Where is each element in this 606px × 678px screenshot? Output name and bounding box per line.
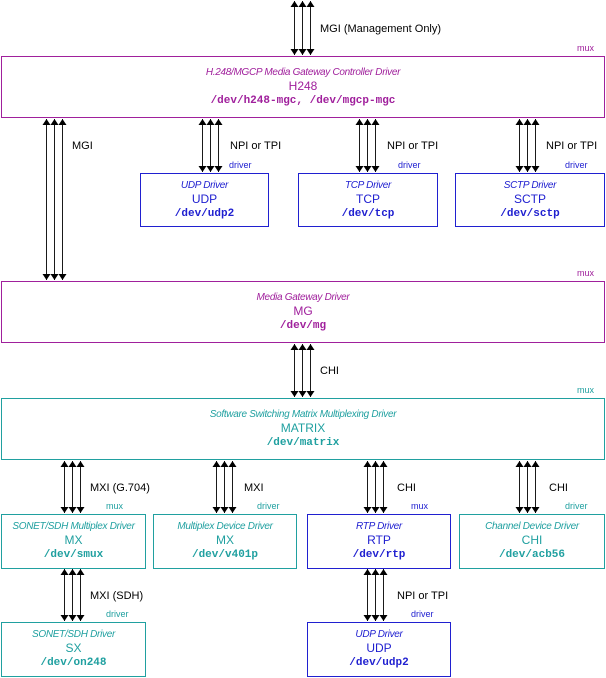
arrow-group-h248-tcp <box>355 119 380 172</box>
interface-label: NPI or TPI <box>230 140 282 152</box>
arrow-group-h248-udp <box>198 119 223 172</box>
interface-label: MXI (G.704) <box>90 482 150 494</box>
box-type-tag: mux <box>577 385 595 395</box>
interface-label: CHI <box>320 365 339 377</box>
arrow-group-smux-on248 <box>60 569 85 621</box>
device-path: /dev/rtp <box>352 549 406 561</box>
driver-name: SX <box>65 641 82 655</box>
box-type-tag: driver <box>229 160 252 170</box>
driver-box-sctp: SCTP Driver SCTP/dev/sctp <box>455 173 605 227</box>
interface-label: NPI or TPI <box>387 140 439 152</box>
device-path: /dev/v401p <box>191 549 258 561</box>
driver-box-tcp: TCP Driver TCP/dev/tcp <box>298 173 438 227</box>
device-path: /dev/h248-mgc, /dev/mgcp-mgc <box>210 94 396 107</box>
box-type-tag: driver <box>398 160 421 170</box>
arrow-group-matrix-rtp <box>363 461 388 513</box>
arrow-group-top <box>290 1 315 55</box>
arrow-group-h248-mg <box>42 119 67 280</box>
driver-box-h248: H.248/MGCP Media Gateway Controller Driv… <box>1 56 605 118</box>
driver-box-udp-bottom: UDP Driver UDP/dev/udp2 <box>307 622 451 677</box>
box-type-tag: mux <box>106 501 124 511</box>
device-path: /dev/tcp <box>341 207 395 220</box>
driver-title: UDP Driver <box>355 629 403 640</box>
driver-name: TCP <box>356 191 380 206</box>
driver-title: Multiplex Device Driver <box>177 521 273 532</box>
driver-title: Software Switching Matrix Multiplexing D… <box>209 408 397 420</box>
device-path: /dev/smux <box>43 549 104 561</box>
device-path: /dev/udp2 <box>174 207 235 220</box>
interface-label: CHI <box>549 482 568 494</box>
driver-name: H248 <box>288 78 318 93</box>
driver-name: UDP <box>191 191 218 206</box>
driver-box-smux: SONET/SDH Multiplex Driver MX/dev/smux <box>1 514 146 569</box>
driver-box-acb56: Channel Device Driver CHI/dev/acb56 <box>459 514 605 569</box>
interface-label: NPI or TPI <box>546 140 598 152</box>
interface-label: CHI <box>397 482 416 494</box>
box-type-tag: driver <box>565 160 588 170</box>
arrow-group-matrix-v401p <box>212 461 237 513</box>
driver-title: RTP Driver <box>356 521 402 532</box>
driver-name: MATRIX <box>280 420 326 435</box>
device-path: /dev/acb56 <box>498 549 565 561</box>
arrow-group-rtp-udp <box>363 569 388 621</box>
device-path: /dev/on248 <box>40 657 107 669</box>
driver-box-mg: Media Gateway Driver MG/dev/mg <box>1 281 605 343</box>
box-type-tag: mux <box>577 268 595 278</box>
driver-box-rtp: RTP Driver RTP/dev/rtp <box>307 514 451 569</box>
interface-label: MXI (SDH) <box>90 590 144 602</box>
arrow-group-matrix-acb56 <box>515 461 540 513</box>
driver-name: MX <box>64 533 83 547</box>
driver-box-udp-top: UDP Driver UDP/dev/udp2 <box>140 173 269 227</box>
arrow-group-h248-sctp <box>515 119 540 172</box>
driver-box-matrix: Software Switching Matrix Multiplexing D… <box>1 398 605 460</box>
driver-box-v401p: Multiplex Device Driver MX/dev/v401p <box>153 514 297 569</box>
driver-title: TCP Driver <box>344 179 392 191</box>
stream-architecture-diagram: H.248/MGCP Media Gateway Controller Driv… <box>0 0 606 678</box>
interface-label: NPI or TPI <box>397 590 449 602</box>
driver-box-on248: SONET/SDH Driver SX/dev/on248 <box>1 622 146 677</box>
driver-name: SCTP <box>513 191 546 206</box>
driver-title: SCTP Driver <box>503 179 557 191</box>
driver-title: Media Gateway Driver <box>256 291 350 303</box>
box-type-tag: driver <box>565 501 588 511</box>
device-path: /dev/sctp <box>500 207 560 220</box>
device-path: /dev/udp2 <box>349 657 409 669</box>
arrow-group-mg-matrix <box>290 344 315 397</box>
driver-name: RTP <box>367 533 391 547</box>
driver-title: H.248/MGCP Media Gateway Controller Driv… <box>205 66 401 78</box>
device-path: /dev/mg <box>279 319 327 332</box>
interface-label: MGI <box>72 140 93 152</box>
box-type-tag: driver <box>257 501 280 511</box>
device-path: /dev/matrix <box>266 436 340 449</box>
interface-label: MGI (Management Only) <box>320 23 442 35</box>
driver-name: MX <box>216 533 234 547</box>
driver-title: SONET/SDH Multiplex Driver <box>12 521 135 532</box>
arrow-group-matrix-smux <box>60 461 85 513</box>
driver-title: Channel Device Driver <box>485 521 579 532</box>
box-type-tag: mux <box>411 501 429 511</box>
driver-title: UDP Driver <box>180 179 229 191</box>
driver-name: MG <box>293 303 313 318</box>
driver-name: CHI <box>521 533 543 547</box>
interface-label: MXI <box>244 482 264 494</box>
box-type-tag: mux <box>577 43 595 53</box>
box-type-tag: driver <box>411 609 434 619</box>
driver-name: UDP <box>366 641 392 655</box>
driver-title: SONET/SDH Driver <box>32 629 115 640</box>
box-type-tag: driver <box>106 609 129 619</box>
